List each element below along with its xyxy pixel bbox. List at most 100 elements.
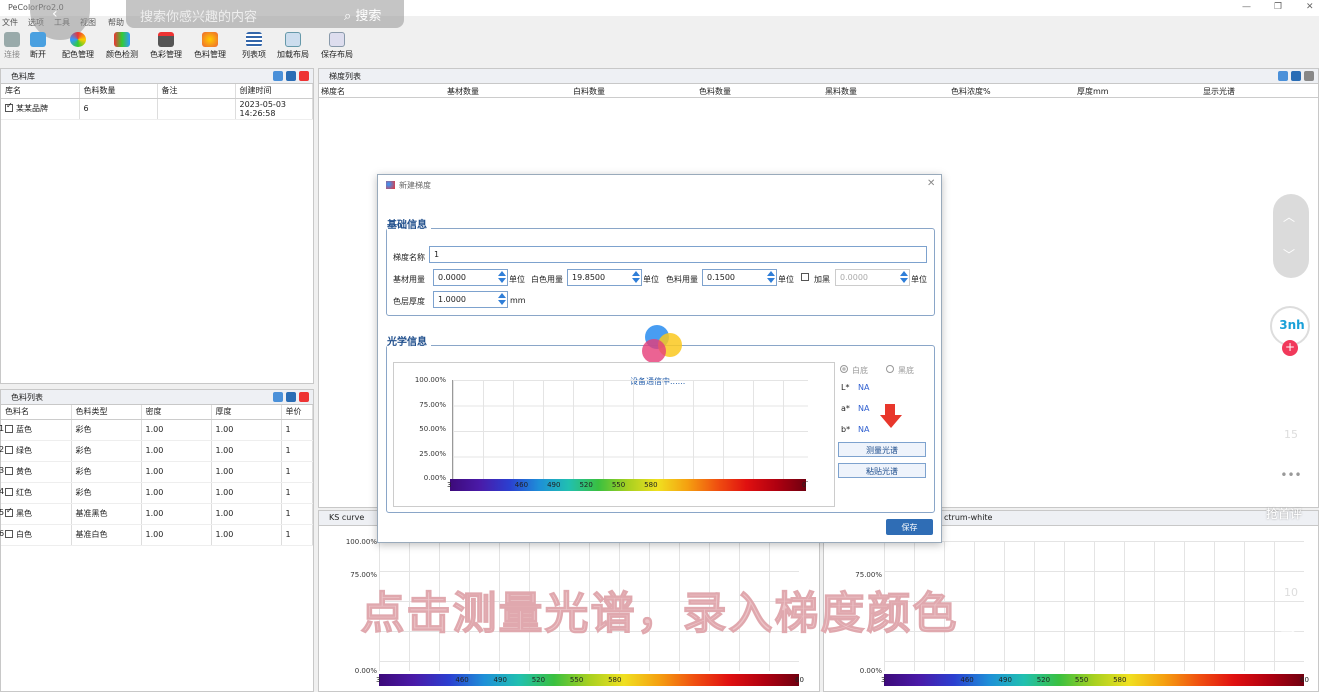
row-checkbox[interactable]: [5, 446, 13, 454]
color-matching-button[interactable]: 配色管理: [56, 32, 100, 60]
add-icon[interactable]: [1278, 71, 1288, 81]
y-tick-label: 100.00%: [414, 376, 446, 384]
col-header[interactable]: 创建时间: [235, 84, 313, 99]
material-manage-button[interactable]: 色料管理: [188, 32, 232, 60]
wavelength-label: 580: [644, 481, 658, 489]
table-row[interactable]: 2 绿色 彩色 1.00 1.00 1: [0, 440, 313, 462]
edit-icon[interactable]: [1291, 71, 1301, 81]
spin-arrows-icon[interactable]: [767, 271, 775, 284]
scroll-pill[interactable]: ︿ ﹀: [1273, 194, 1309, 278]
star-icon[interactable]: ★: [1278, 540, 1301, 570]
load-layout-icon: [285, 32, 301, 47]
wavelength-label: 490: [998, 676, 1012, 684]
col-header[interactable]: 基材数量: [447, 86, 479, 97]
follow-plus-icon[interactable]: +: [1282, 340, 1298, 356]
comment-icon[interactable]: •••: [1278, 464, 1304, 490]
wavelength-label: 550: [569, 676, 584, 684]
col-header[interactable]: 色料浓度%: [951, 86, 991, 97]
edit-icon[interactable]: [286, 392, 296, 402]
table-row[interactable]: 某某品牌 6 2023-05-03 14:26:58: [1, 98, 313, 120]
row-checkbox[interactable]: [5, 425, 13, 433]
close-button[interactable]: ✕: [1306, 2, 1314, 12]
dialog-close-icon[interactable]: ✕: [927, 178, 935, 189]
substrate-input[interactable]: 0.0000: [433, 269, 508, 286]
toolbar: 连接 断开 配色管理 颜色检测 色彩管理 色料管理 列表项 加载布局 保存布局: [0, 32, 360, 66]
spin-arrows-icon[interactable]: [632, 271, 640, 284]
wavelength-label: 60: [1300, 676, 1309, 684]
heart-icon[interactable]: ♥: [1276, 378, 1301, 411]
menu-file[interactable]: 文件: [2, 17, 18, 28]
row-checkbox[interactable]: [5, 509, 13, 517]
col-header[interactable]: 显示光谱: [1203, 86, 1235, 97]
white-bg-radio[interactable]: [840, 365, 848, 373]
table-row[interactable]: 1 蓝色 彩色 1.00 1.00 1: [0, 419, 313, 441]
row-checkbox[interactable]: [5, 488, 13, 496]
add-icon[interactable]: [273, 392, 283, 402]
search-input[interactable]: 搜索你感兴趣的内容: [140, 6, 257, 25]
wavelength-label: 550: [1074, 676, 1089, 684]
ks-wavelength-bar: [379, 674, 799, 686]
minimize-button[interactable]: —: [1242, 2, 1251, 12]
spin-arrows-icon[interactable]: [900, 271, 908, 284]
wavelength-label: 3: [881, 676, 886, 684]
row-checkbox[interactable]: [5, 104, 13, 112]
substrate-label: 基材用量: [393, 275, 425, 284]
gradient-name-input[interactable]: 1: [429, 246, 927, 263]
measure-spectrum-button[interactable]: 测量光谱: [838, 442, 926, 457]
load-layout-button[interactable]: 加载布局: [271, 32, 315, 60]
chevron-up-icon[interactable]: ︿: [1283, 208, 1295, 225]
library-panel: 色料库 库名色料数量备注创建时间 某某品牌 6 2023-05-03 14:26…: [0, 68, 314, 384]
add-black-checkbox[interactable]: [801, 273, 809, 281]
edit-icon[interactable]: [286, 71, 296, 81]
share-icon[interactable]: ➦: [1278, 620, 1298, 648]
y-tick-label: 0.00%: [423, 474, 446, 482]
search-bar-overlay[interactable]: 搜索你感兴趣的内容 ⌕ 搜索: [126, 0, 404, 28]
paste-spectrum-button[interactable]: 粘贴光谱: [838, 463, 926, 478]
col-header[interactable]: 库名: [1, 84, 80, 99]
delete-icon[interactable]: [299, 392, 309, 402]
col-header[interactable]: 厚度mm: [1077, 86, 1109, 97]
thickness-input[interactable]: 1.0000: [433, 291, 508, 308]
color-detect-button[interactable]: 颜色检测: [100, 32, 144, 60]
lab-key: b*: [841, 425, 851, 434]
menu-help[interactable]: 帮助: [108, 17, 124, 28]
delete-icon[interactable]: [299, 71, 309, 81]
black-bg-radio[interactable]: [886, 365, 894, 373]
table-row[interactable]: 6 白色 基准白色 1.00 1.00 1: [0, 524, 313, 546]
col-header[interactable]: 黑料数量: [825, 86, 857, 97]
col-header[interactable]: 梯度名: [321, 86, 345, 97]
wavelength-label: 580: [608, 676, 622, 684]
table-row[interactable]: 3 黄色 彩色 1.00 1.00 1: [0, 461, 313, 483]
comment-label: 抢首评: [1266, 507, 1303, 521]
wavelength-label: 460: [960, 676, 974, 684]
save-button[interactable]: 保存: [886, 519, 933, 535]
more-icon[interactable]: [1304, 71, 1314, 81]
add-icon[interactable]: [273, 71, 283, 81]
row-checkbox[interactable]: [5, 467, 13, 475]
table-row[interactable]: 5黑色基准黑色1.001.001: [0, 503, 313, 525]
chevron-down-icon[interactable]: ﹀: [1283, 246, 1295, 263]
library-title: 色料库: [11, 72, 35, 81]
list-items-button[interactable]: 列表项: [232, 32, 276, 60]
white-input[interactable]: 19.8500: [567, 269, 642, 286]
disconnect-button[interactable]: 断开: [16, 32, 60, 60]
maximize-button[interactable]: ❐: [1274, 2, 1282, 12]
row-checkbox[interactable]: [5, 530, 13, 538]
wavelength-label: 460: [514, 481, 529, 489]
search-icon: ⌕: [344, 9, 352, 24]
black-input[interactable]: 0.0000: [835, 269, 910, 286]
save-layout-button[interactable]: 保存布局: [315, 32, 359, 60]
col-header[interactable]: 色料数量: [699, 86, 731, 97]
color-input[interactable]: 0.1500: [702, 269, 777, 286]
color-manage-button[interactable]: 色彩管理: [144, 32, 188, 60]
y-tick-label: 25.00%: [419, 449, 446, 458]
spin-arrows-icon[interactable]: [498, 271, 506, 284]
optical-grid: [452, 380, 808, 482]
col-header[interactable]: 色料数量: [79, 84, 158, 99]
col-header[interactable]: 白料数量: [573, 86, 605, 97]
search-button[interactable]: ⌕ 搜索: [344, 5, 381, 24]
spin-arrows-icon[interactable]: [498, 293, 506, 306]
favorite-count: 10: [1284, 586, 1298, 599]
table-row[interactable]: 4 红色 彩色 1.00 1.00 1: [0, 482, 313, 504]
col-header[interactable]: 备注: [157, 84, 236, 99]
